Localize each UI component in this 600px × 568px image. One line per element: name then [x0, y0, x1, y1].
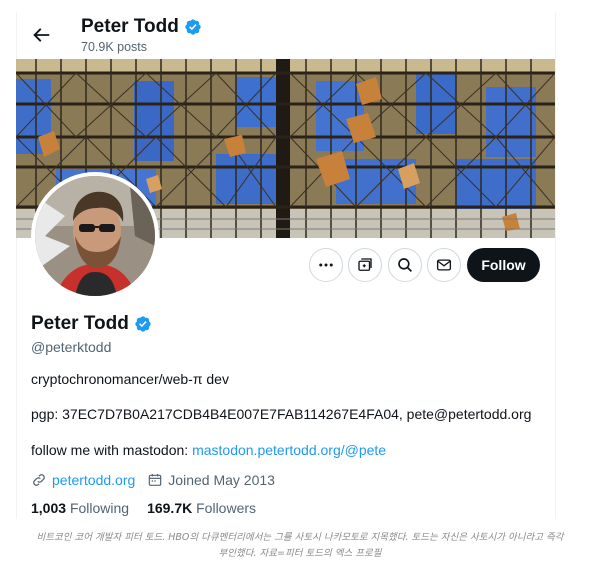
- back-arrow-icon[interactable]: [30, 24, 52, 46]
- more-icon: [319, 263, 333, 267]
- link-icon: [33, 474, 45, 486]
- topbar-name-text: Peter Todd: [81, 16, 179, 37]
- subscribe-button[interactable]: [348, 248, 382, 282]
- profile-name-text: Peter Todd: [31, 313, 129, 334]
- profile-topbar: Peter Todd 70.9K posts: [16, 12, 556, 59]
- image-caption: 비트코인 코어 개발자 피터 토드. HBO의 다큐멘터리에서는 그를 사토시 …: [0, 530, 600, 562]
- following-label: Following: [69, 500, 130, 516]
- profile-name: Peter Todd: [31, 313, 152, 335]
- topbar-post-count: 70.9K posts: [81, 40, 148, 54]
- topbar-name: Peter Todd: [81, 16, 202, 38]
- followers-stat[interactable]: 169.7K Followers: [147, 500, 256, 516]
- bio-mastodon-prefix: follow me with mastodon:: [31, 442, 193, 458]
- follow-button[interactable]: Follow: [467, 248, 540, 282]
- profile-meta: petertodd.org Joined May 2013: [31, 472, 275, 488]
- frame-border-right: [555, 12, 556, 519]
- more-button[interactable]: [309, 248, 343, 282]
- following-count: 1,003: [31, 500, 67, 516]
- message-icon: [436, 259, 452, 271]
- website-link[interactable]: petertodd.org: [52, 472, 135, 488]
- followers-label: Followers: [196, 500, 257, 516]
- caption-line-2: 부인했다. 자료=피터 토드의 엑스 프로필: [218, 548, 382, 559]
- verified-badge-icon[interactable]: [134, 315, 152, 333]
- mastodon-link[interactable]: mastodon.petertodd.org/@pete: [192, 442, 386, 458]
- calendar-icon: [149, 474, 162, 486]
- website-item: petertodd.org: [31, 472, 135, 488]
- message-button[interactable]: [427, 248, 461, 282]
- profile-stats: 1,003 Following 169.7K Followers: [31, 500, 256, 516]
- following-stat[interactable]: 1,003 Following: [31, 500, 129, 516]
- verified-badge-icon: [185, 19, 201, 35]
- caption-line-1: 비트코인 코어 개발자 피터 토드. HBO의 다큐멘터리에서는 그를 사토시 …: [36, 532, 564, 543]
- subscribe-icon: [358, 258, 372, 271]
- joined-item: Joined May 2013: [147, 472, 275, 488]
- profile-handle: @peterktodd: [31, 339, 112, 355]
- followers-count: 169.7K: [147, 500, 193, 516]
- search-profile-button[interactable]: [388, 248, 422, 282]
- bio-line-3: follow me with mastodon: mastodon.petert…: [31, 442, 386, 458]
- avatar[interactable]: [35, 176, 155, 296]
- avatar-image: [35, 176, 155, 296]
- joined-date: Joined May 2013: [168, 472, 275, 488]
- bio-line-2: pgp: 37EC7D7B0A217CDB4B4E007E7FAB114267E…: [31, 406, 532, 422]
- search-icon: [398, 258, 412, 272]
- bio-line-1: cryptochronomancer/web-π dev: [31, 371, 229, 387]
